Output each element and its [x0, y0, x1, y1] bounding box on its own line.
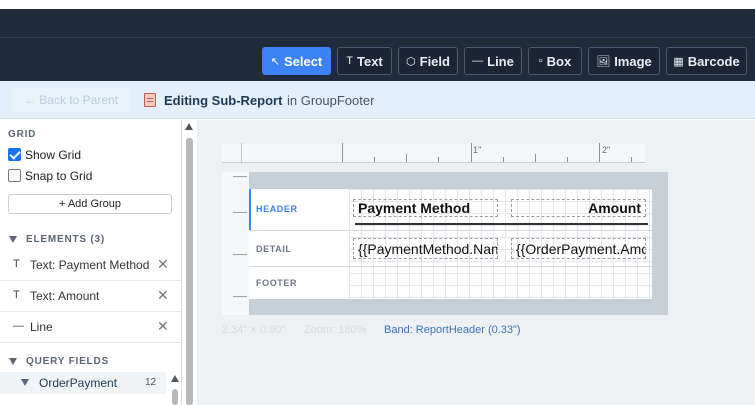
text-element-payment-method[interactable]: Payment Method: [353, 199, 498, 217]
subreport-bar: ← Back to Parent Editing Sub-Report in G…: [0, 81, 755, 119]
barcode-icon: ▦: [673, 55, 684, 68]
properties-sidebar: GRID Show Grid Snap to Grid + Add Group …: [0, 120, 182, 405]
band-label-column: HEADER DETAIL FOOTER: [249, 189, 349, 299]
delete-icon[interactable]: ✕: [157, 287, 169, 304]
zoom-readout: Zoom: 180%: [304, 324, 367, 336]
query-fields-collapse-icon[interactable]: [9, 358, 17, 365]
element-label: Line: [30, 320, 53, 334]
field-tool-button[interactable]: ⬡ Field: [398, 47, 458, 75]
image-tool-label: Image: [614, 53, 652, 69]
snap-to-grid-label[interactable]: Snap to Grid: [25, 169, 92, 183]
line-tool-button[interactable]: — Line: [464, 47, 522, 75]
band-label-header[interactable]: HEADER: [256, 204, 298, 214]
line-tool-label: Line: [487, 53, 514, 69]
element-size-readout: 2.34" × 0.90": [222, 324, 286, 336]
band-divider: [249, 230, 349, 231]
tool-palette: ↖ Select T Text ⬡ Field — Line ▫ Box 🖼 I…: [0, 37, 755, 81]
back-to-parent-button[interactable]: ← Back to Parent: [12, 88, 130, 112]
text-tool-button[interactable]: T Text: [337, 47, 392, 75]
query-field-label: OrderPayment: [39, 376, 118, 390]
box-tool-button[interactable]: ▫ Box: [528, 47, 582, 75]
elements-collapse-icon[interactable]: [9, 236, 17, 243]
horizontal-ruler: 1" 2": [222, 143, 645, 163]
line-element[interactable]: [355, 223, 648, 225]
app-header-bar: [0, 9, 755, 37]
image-icon: 🖼: [596, 55, 611, 68]
band-label-detail[interactable]: DETAIL: [256, 244, 291, 254]
text-tool-label: Text: [356, 53, 383, 69]
elements-section-label[interactable]: ELEMENTS (3): [26, 234, 105, 245]
ruler-mark-1: 1": [473, 145, 482, 155]
box-icon: ▫: [538, 55, 543, 67]
field-element-payment-method[interactable]: {{PaymentMethod.Name}}: [353, 238, 498, 259]
select-tool-label: Select: [283, 53, 323, 69]
select-tool-button[interactable]: ↖ Select: [262, 47, 331, 75]
query-field-count: 12: [145, 377, 157, 388]
show-grid-label[interactable]: Show Grid: [25, 148, 81, 162]
element-label: Text: Amount: [30, 289, 100, 303]
field-icon: ⬡: [406, 55, 416, 68]
delete-icon[interactable]: ✕: [157, 318, 169, 335]
clipboard-icon: [144, 93, 156, 107]
element-label: Text: Payment Method: [30, 258, 150, 272]
query-fields-scrollbar[interactable]: [168, 372, 181, 405]
active-band-indicator: [249, 189, 251, 230]
field-element-amount[interactable]: {{OrderPayment.Amount}}: [511, 238, 646, 259]
snap-to-grid-checkbox[interactable]: [8, 169, 21, 182]
line-icon: —: [472, 55, 484, 67]
expand-caret-icon[interactable]: [21, 379, 29, 386]
query-fields-section-label[interactable]: QUERY FIELDS: [26, 356, 109, 367]
subreport-context: in GroupFooter: [287, 93, 375, 108]
barcode-tool-label: Barcode: [687, 53, 740, 69]
image-tool-button[interactable]: 🖼 Image: [588, 47, 660, 75]
add-group-button[interactable]: + Add Group: [8, 194, 172, 214]
band-divider: [349, 230, 652, 231]
band-readout: Band: ReportHeader (0.33"): [384, 324, 521, 336]
text-type-icon: T: [13, 258, 20, 270]
box-tool-label: Box: [546, 53, 572, 69]
band-divider: [349, 266, 652, 267]
element-row-line[interactable]: — Line ✕: [0, 312, 181, 343]
subreport-title: Editing Sub-Report: [164, 93, 283, 108]
element-row-payment-method[interactable]: T Text: Payment Method ✕: [0, 250, 181, 281]
text-type-icon: T: [13, 289, 20, 301]
text-element-amount[interactable]: Amount: [511, 199, 646, 217]
query-field-orderpayment[interactable]: OrderPayment 12: [0, 372, 166, 394]
select-cursor-icon: ↖: [270, 55, 280, 68]
band-label-footer[interactable]: FOOTER: [256, 278, 297, 288]
grid-section-label: GRID: [8, 129, 37, 140]
sidebar-scroll-thumb[interactable]: [186, 138, 193, 405]
delete-icon[interactable]: ✕: [157, 256, 169, 273]
scroll-up-arrow-icon[interactable]: [185, 123, 193, 130]
barcode-tool-button[interactable]: ▦ Barcode: [666, 47, 747, 75]
ruler-mark-2: 2": [602, 145, 611, 155]
show-grid-checkbox[interactable]: [8, 148, 21, 161]
field-tool-label: Field: [419, 53, 450, 69]
line-type-icon: —: [13, 320, 24, 332]
window-top-strip: [0, 0, 755, 9]
element-row-amount[interactable]: T Text: Amount ✕: [0, 281, 181, 312]
vertical-ruler: [222, 172, 249, 315]
text-icon: T: [346, 55, 353, 67]
band-divider: [249, 266, 349, 267]
